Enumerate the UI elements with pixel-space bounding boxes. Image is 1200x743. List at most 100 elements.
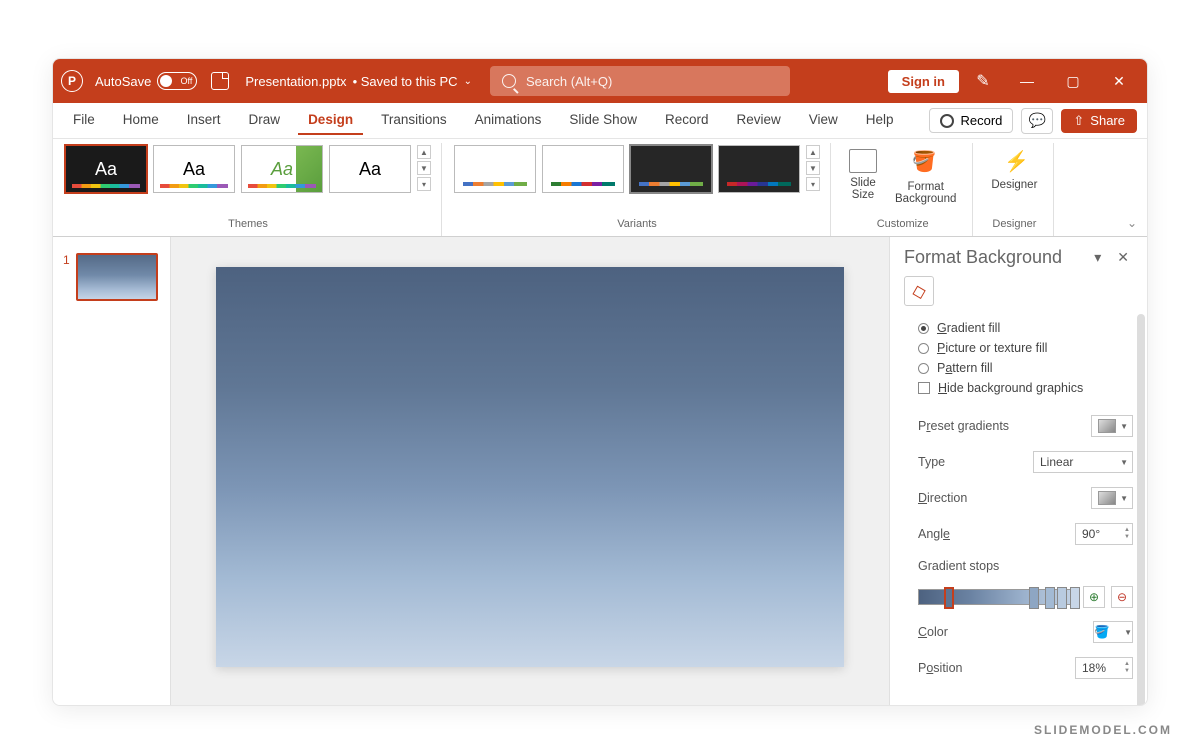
powerpoint-logo-icon: P (61, 70, 83, 92)
gradient-swatch-icon (1098, 491, 1116, 505)
gradient-stops-slider[interactable] (918, 589, 1077, 605)
tab-record[interactable]: Record (655, 106, 719, 135)
maximize-button[interactable]: ▢ (1053, 59, 1093, 103)
gradient-stop[interactable] (1045, 587, 1055, 609)
panel-scrollbar[interactable] (1137, 314, 1145, 705)
tab-view[interactable]: View (799, 106, 848, 135)
gradient-stop[interactable] (1070, 587, 1080, 609)
checkbox-hide-bg-graphics[interactable]: Hide background graphics (918, 378, 1133, 398)
group-label: Customize (877, 218, 929, 234)
tab-file[interactable]: File (63, 106, 105, 135)
add-gradient-stop-button[interactable]: ⊕ (1083, 586, 1105, 608)
variants-gallery-scroll[interactable]: ▲▼▾ (806, 145, 820, 191)
workarea: 1 Format Background ▾ ✕ ◇ GGradient fill… (53, 237, 1147, 705)
close-button[interactable]: ✕ (1099, 59, 1139, 103)
tab-transitions[interactable]: Transitions (371, 106, 457, 135)
position-input[interactable]: 18%▲▼ (1075, 657, 1133, 679)
gradient-swatch-icon (1098, 419, 1116, 433)
pen-mode-icon[interactable]: ✎ (973, 71, 993, 91)
tab-review[interactable]: Review (726, 106, 790, 135)
gradient-stop[interactable] (1057, 587, 1067, 609)
preset-gradients-dropdown[interactable]: ▼ (1091, 415, 1133, 437)
tab-home[interactable]: Home (113, 106, 169, 135)
angle-label: Angle (918, 527, 950, 541)
chevron-down-icon: ⌄ (464, 76, 472, 87)
panel-close-button[interactable]: ✕ (1113, 249, 1133, 266)
watermark: SLIDEMODEL.COM (1034, 723, 1172, 737)
radio-icon (918, 323, 929, 334)
group-label: Variants (617, 218, 657, 234)
variant-option[interactable] (718, 145, 800, 193)
ribbon-group-customize: Slide Size Format Background Customize (841, 143, 973, 236)
radio-icon (918, 343, 929, 354)
ribbon-tabs: File Home Insert Draw Design Transitions… (53, 103, 1147, 139)
type-label: Type (918, 455, 945, 469)
themes-gallery-scroll[interactable]: ▲▼▾ (417, 145, 431, 191)
tab-slideshow[interactable]: Slide Show (559, 106, 647, 135)
angle-input[interactable]: 90°▲▼ (1075, 523, 1133, 545)
ribbon-group-designer: Designer Designer (983, 143, 1054, 236)
ribbon: Aa Aa Aa Aa ▲▼▾ Themes ▲▼▾ Variants Slid… (53, 139, 1147, 237)
theme-option[interactable]: Aa (329, 145, 411, 193)
color-picker-button[interactable]: 🪣▼ (1093, 621, 1133, 643)
comments-button[interactable]: 💬 (1021, 108, 1053, 134)
variant-option[interactable] (542, 145, 624, 193)
format-background-panel: Format Background ▾ ✕ ◇ GGradient fillra… (889, 237, 1147, 705)
panel-body: GGradient fillradient fill Picture or te… (890, 314, 1147, 705)
slide-canvas[interactable] (216, 267, 844, 667)
app-window: P AutoSave Off Presentation.pptx • Saved… (52, 58, 1148, 706)
autosave-control[interactable]: AutoSave Off (95, 72, 197, 90)
direction-label: Direction (918, 491, 967, 505)
radio-icon (918, 363, 929, 374)
slide-size-button[interactable]: Slide Size (843, 145, 883, 205)
theme-option[interactable]: Aa (65, 145, 147, 193)
slide-thumbnail-preview (76, 253, 158, 301)
theme-option[interactable]: Aa (153, 145, 235, 193)
autosave-label: AutoSave (95, 74, 151, 89)
ribbon-group-variants: ▲▼▾ Variants (452, 143, 831, 236)
theme-option[interactable]: Aa (241, 145, 323, 193)
search-input[interactable]: Search (Alt+Q) (490, 66, 790, 96)
tab-animations[interactable]: Animations (465, 106, 552, 135)
format-background-button[interactable]: Format Background (889, 145, 962, 209)
variant-option[interactable] (454, 145, 536, 193)
remove-gradient-stop-button[interactable]: ⊖ (1111, 586, 1133, 608)
search-icon (502, 74, 516, 88)
panel-menu-button[interactable]: ▾ (1090, 249, 1105, 266)
share-button[interactable]: ⇧ Share (1061, 109, 1137, 133)
paint-bucket-icon: 🪣 (1094, 625, 1110, 640)
collapse-ribbon-button[interactable]: ⌄ (1127, 216, 1137, 230)
autosave-toggle[interactable]: Off (157, 72, 197, 90)
gradient-stop[interactable] (1029, 587, 1039, 609)
tab-insert[interactable]: Insert (177, 106, 231, 135)
designer-button[interactable]: Designer (985, 145, 1043, 195)
ribbon-group-themes: Aa Aa Aa Aa ▲▼▾ Themes (63, 143, 442, 236)
save-icon[interactable] (211, 72, 229, 90)
minimize-button[interactable]: — (1007, 59, 1047, 103)
direction-dropdown[interactable]: ▼ (1091, 487, 1133, 509)
slide-number: 1 (63, 253, 70, 301)
type-dropdown[interactable]: Linear▼ (1033, 451, 1133, 473)
slide-size-icon (849, 149, 877, 173)
radio-picture-fill[interactable]: Picture or texture fill (918, 338, 1133, 358)
panel-title: Format Background (904, 247, 1082, 268)
tab-design[interactable]: Design (298, 106, 363, 135)
fill-tab-icon[interactable]: ◇ (904, 276, 934, 306)
color-label: Color (918, 625, 948, 639)
paint-bucket-icon (912, 149, 940, 177)
radio-gradient-fill[interactable]: GGradient fillradient fill (918, 318, 1133, 338)
titlebar: P AutoSave Off Presentation.pptx • Saved… (53, 59, 1147, 103)
document-title[interactable]: Presentation.pptx • Saved to this PC ⌄ (245, 74, 472, 89)
tab-help[interactable]: Help (856, 106, 904, 135)
group-label: Themes (228, 218, 268, 234)
slide-canvas-area[interactable] (171, 237, 889, 705)
sign-in-button[interactable]: Sign in (888, 70, 959, 93)
variant-option[interactable] (630, 145, 712, 193)
preset-gradients-label: Preset gradients (918, 419, 1009, 433)
slide-thumbnail[interactable]: 1 (63, 253, 160, 301)
gradient-stop[interactable] (944, 587, 954, 609)
record-button[interactable]: Record (929, 108, 1013, 133)
radio-pattern-fill[interactable]: Pattern fill (918, 358, 1133, 378)
group-label: Designer (992, 218, 1036, 234)
tab-draw[interactable]: Draw (239, 106, 291, 135)
